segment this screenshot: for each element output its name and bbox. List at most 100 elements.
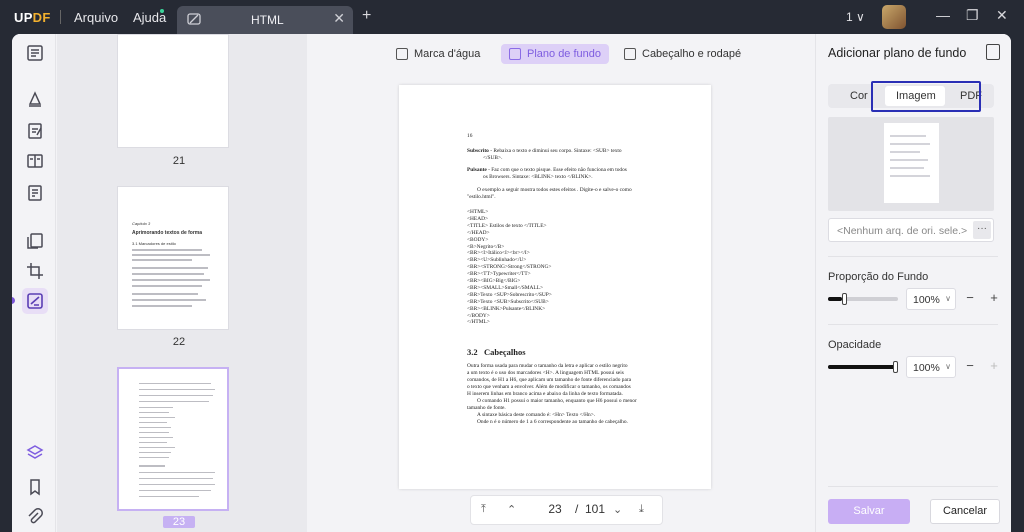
left-toolbar: [12, 34, 56, 532]
code-line: <BR><U>Sublinhado</U>: [467, 257, 527, 264]
body-line: tamanho de fonte.: [467, 405, 506, 411]
reader-icon[interactable]: [26, 44, 44, 62]
layers-icon[interactable]: [26, 444, 44, 462]
code-line: <B>Negrito</B>: [467, 243, 505, 250]
code-line: <BR><I>Itálico<I><br></I>: [467, 250, 530, 257]
divider: [828, 256, 998, 257]
thumb-line: [139, 478, 213, 479]
close-window-button[interactable]: ✕: [996, 7, 1008, 24]
opacity-decrease-button[interactable]: −: [960, 356, 980, 378]
tab-color[interactable]: Cor: [850, 90, 868, 102]
code-line: <BR>Texto <SUP>Sobrescrito</SUP>: [467, 291, 552, 298]
edit-pdf-icon[interactable]: [26, 122, 44, 140]
file-picker-placeholder: <Nenhum arq. de ori. sele.>: [837, 225, 968, 237]
body-line: o texto que venham a envolver. Além de m…: [467, 384, 631, 390]
header-footer-tool-button[interactable]: Cabeçalho e rodapé: [616, 44, 749, 64]
opacity-increase-button[interactable]: +: [984, 356, 1004, 378]
section-heading: 3.2 Cabeçalhos: [467, 347, 526, 357]
page-tools-icon[interactable]: [22, 288, 48, 314]
page-line: </SUB>.: [483, 155, 503, 161]
thumb-line: [139, 383, 211, 384]
ratio-slider-handle[interactable]: [842, 293, 847, 305]
thumb-line: [139, 442, 167, 443]
cancel-button[interactable]: Cancelar: [930, 499, 1000, 524]
next-page-icon[interactable]: ⌄: [613, 503, 622, 516]
thumb22-section: 3.1 Marcadores de estilo: [132, 241, 176, 246]
ratio-slider[interactable]: [828, 293, 898, 305]
updf-logo[interactable]: UPDF: [14, 10, 51, 25]
preview-line: [890, 143, 930, 145]
new-tab-button[interactable]: +: [362, 7, 371, 25]
menu-file[interactable]: Arquivo: [74, 10, 118, 25]
page-separator: /: [575, 502, 579, 516]
background-preview: [828, 117, 994, 211]
thumb-line: [139, 437, 173, 438]
thumb-line: [139, 465, 165, 467]
header-footer-icon: [624, 48, 636, 60]
form-icon[interactable]: [26, 184, 44, 202]
notification-dot: [160, 9, 164, 13]
prev-page-icon[interactable]: ⌃: [507, 503, 516, 516]
thumb-line: [139, 407, 173, 408]
workspace: 21 Capítulo 3 Aprimorando textos de form…: [12, 34, 1011, 532]
thumb-line: [139, 490, 211, 491]
thumb-line: [139, 447, 175, 448]
document-tab[interactable]: HTML ✕: [177, 6, 353, 34]
code-line: <TITLE> Estilos de texto </TITLE>: [467, 222, 547, 229]
document-area: Marca d'água Plano de fundo Cabeçalho e …: [308, 34, 815, 532]
page-line-pulsante: Pulsante - Faz com que o texto pisque. E…: [467, 167, 627, 173]
organize-pages-icon[interactable]: [26, 232, 44, 250]
opacity-slider[interactable]: [828, 361, 898, 373]
preview-line: [890, 135, 926, 137]
opacity-value-select[interactable]: 100% ∨: [906, 356, 956, 378]
browse-file-button[interactable]: ···: [973, 221, 991, 239]
thumbnail-page-23[interactable]: [117, 367, 229, 511]
ratio-decrease-button[interactable]: −: [960, 288, 980, 310]
ratio-increase-button[interactable]: +: [984, 288, 1004, 310]
body-line: O comando H1 possui o maior tamanho, enq…: [477, 398, 637, 404]
export-icon[interactable]: [986, 44, 1000, 60]
crop-icon[interactable]: [26, 262, 44, 280]
title-divider: [60, 10, 61, 24]
document-tab-title: HTML: [251, 13, 284, 27]
thumb-line: [132, 249, 202, 251]
page-line: "estilo.html".: [467, 194, 496, 200]
version-dropdown[interactable]: 1 ∨: [846, 10, 865, 24]
thumbnail-page-21[interactable]: [117, 34, 229, 148]
background-tool-button[interactable]: Plano de fundo: [501, 44, 610, 64]
tab-close-icon[interactable]: ✕: [333, 10, 345, 27]
code-line: <BR><SMALL>Small</SMALL>: [467, 284, 544, 291]
first-page-icon[interactable]: ⤒: [481, 503, 486, 516]
code-line: <BR><BLINK>Pulsante</BLINK>: [467, 305, 546, 312]
last-page-icon[interactable]: ⤓: [639, 503, 644, 516]
current-page-input[interactable]: 23: [538, 502, 572, 516]
ratio-slider-fill: [828, 297, 842, 301]
comment-icon[interactable]: [26, 90, 44, 108]
thumb-line: [132, 267, 208, 269]
watermark-tool-button[interactable]: Marca d'água: [388, 44, 488, 64]
minimize-button[interactable]: —: [936, 7, 950, 23]
user-avatar[interactable]: [882, 5, 906, 29]
thumb-line: [132, 254, 210, 256]
file-picker[interactable]: <Nenhum arq. de ori. sele.> ···: [828, 218, 994, 242]
thumbnail-page-22[interactable]: Capítulo 3 Aprimorando textos de forma 3…: [117, 186, 229, 330]
body-line: a um texto é o uso dos marcadores <H>. A…: [467, 370, 624, 376]
save-button[interactable]: Salvar: [828, 499, 910, 524]
ratio-label: Proporção do Fundo: [828, 271, 929, 283]
preview-line: [890, 175, 930, 177]
thumb-line: [139, 422, 167, 423]
thumb-line: [139, 496, 199, 497]
thumbnail-panel: 21 Capítulo 3 Aprimorando textos de form…: [57, 34, 307, 532]
thumb-line: [139, 472, 215, 473]
pdf-page[interactable]: 16 Subscrito - Rebaixa o texto e diminui…: [399, 85, 711, 489]
page-layout-icon[interactable]: [26, 152, 44, 170]
ratio-value: 100%: [913, 294, 940, 306]
code-line: <BODY>: [467, 236, 489, 243]
restore-button[interactable]: ❐: [966, 7, 979, 24]
opacity-slider-handle[interactable]: [893, 361, 898, 373]
ratio-value-select[interactable]: 100% ∨: [906, 288, 956, 310]
background-panel: Adicionar plano de fundo Cor Imagem PDF …: [815, 34, 1011, 532]
bookmark-icon[interactable]: [26, 478, 44, 496]
attachment-icon[interactable]: [26, 508, 44, 526]
body-line: A sintaxe básica deste comando é: <Hn> T…: [477, 412, 596, 418]
